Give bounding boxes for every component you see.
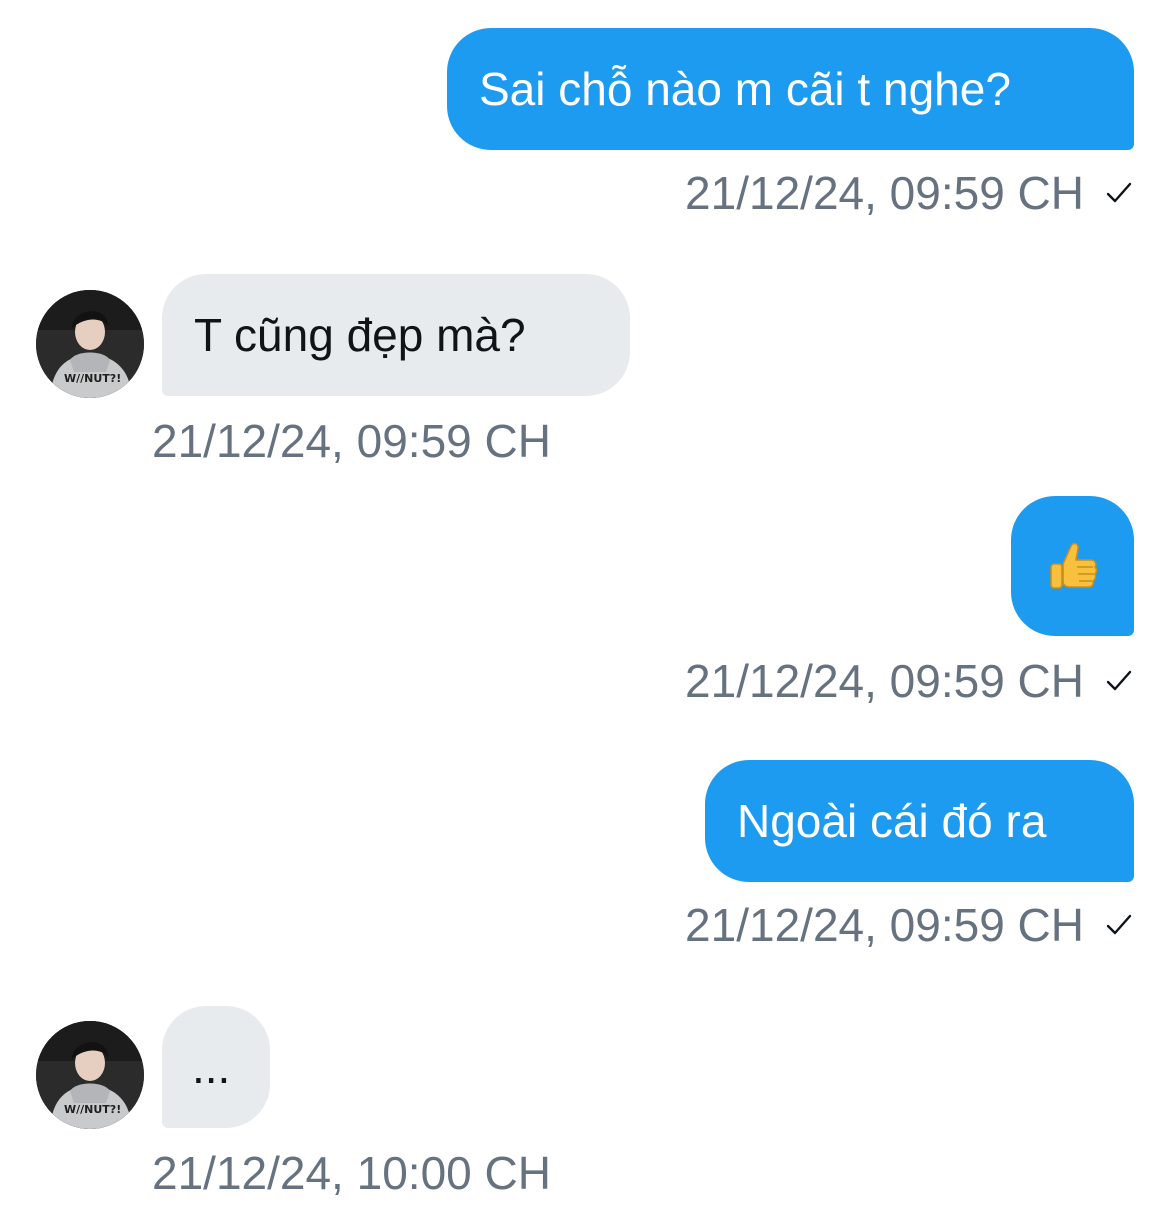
- message-bubble-sent[interactable]: [1011, 496, 1134, 636]
- timestamp-text: 21/12/24, 09:59 CH: [685, 167, 1084, 219]
- message-text: Ngoài cái đó ra: [737, 795, 1047, 847]
- thumbs-up-icon: [1049, 542, 1097, 589]
- timestamp-text: 21/12/24, 09:59 CH: [685, 899, 1084, 951]
- message-bubble-sent[interactable]: Sai chỗ nào m cãi t nghe?: [447, 28, 1134, 150]
- message-bubble-received[interactable]: ...: [162, 1006, 270, 1128]
- message-text: ...: [192, 1041, 231, 1093]
- message-timestamp: 21/12/24, 09:59 CH: [685, 658, 1134, 704]
- message-text: T cũng đẹp mà?: [194, 309, 526, 361]
- message-text: Sai chỗ nào m cãi t nghe?: [479, 63, 1011, 115]
- message-bubble-received[interactable]: T cũng đẹp mà?: [162, 274, 630, 396]
- message-timestamp: 21/12/24, 09:59 CH: [685, 902, 1134, 948]
- avatar-image: W//NUT?!: [36, 290, 144, 398]
- avatar[interactable]: W//NUT?!: [36, 290, 144, 398]
- avatar[interactable]: W//NUT?!: [36, 1021, 144, 1129]
- message-timestamp: 21/12/24, 10:00 CH: [152, 1150, 551, 1196]
- timestamp-text: 21/12/24, 09:59 CH: [152, 415, 551, 467]
- message-bubble-sent[interactable]: Ngoài cái đó ra: [705, 760, 1134, 882]
- svg-text:W//NUT?!: W//NUT?!: [64, 372, 121, 385]
- checkmark-icon: [1106, 182, 1132, 203]
- svg-text:W//NUT?!: W//NUT?!: [64, 1103, 121, 1116]
- timestamp-text: 21/12/24, 10:00 CH: [152, 1147, 551, 1199]
- message-timestamp: 21/12/24, 09:59 CH: [152, 418, 551, 464]
- checkmark-icon: [1106, 670, 1132, 691]
- avatar-image: W//NUT?!: [36, 1021, 144, 1129]
- message-timestamp: 21/12/24, 09:59 CH: [685, 170, 1134, 216]
- checkmark-icon: [1106, 914, 1132, 935]
- timestamp-text: 21/12/24, 09:59 CH: [685, 655, 1084, 707]
